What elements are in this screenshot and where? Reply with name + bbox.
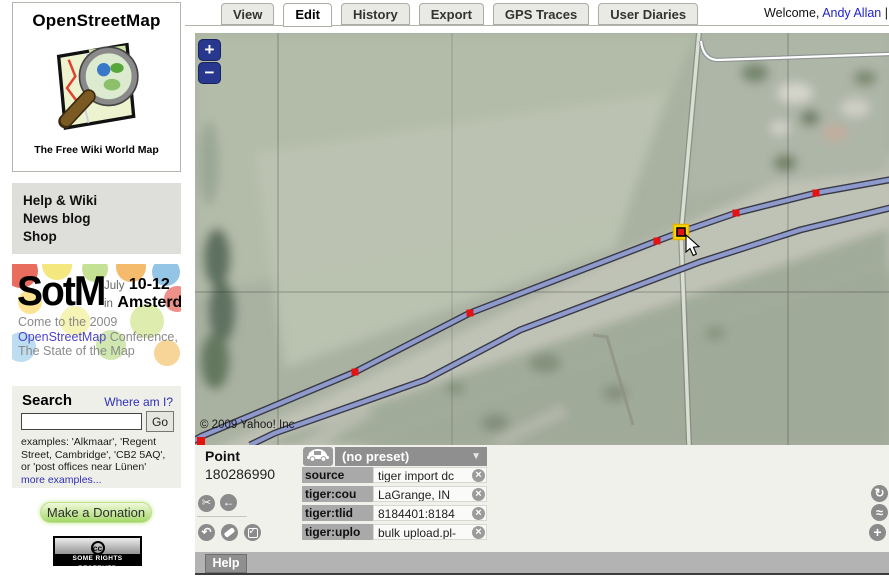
donate-button[interactable]: Make a Donation <box>40 502 152 523</box>
site-tagline: The Free Wiki World Map <box>13 144 180 156</box>
site-title: OpenStreetMap <box>13 11 180 31</box>
tag-value[interactable]: 8184401:8184 <box>373 505 487 521</box>
cc-rights-label: SOME RIGHTS RESERVED <box>55 554 140 564</box>
tag-key[interactable]: tiger:uplo <box>302 524 373 540</box>
sidebar-item-help-wiki[interactable]: Help & Wiki <box>23 192 181 210</box>
tag-value[interactable]: LaGrange, IN <box>373 486 487 502</box>
preset-category-button[interactable] <box>303 447 333 466</box>
map-attribution: © 2009 Yahoo! Inc <box>200 419 294 431</box>
zoom-in-button[interactable]: + <box>198 39 221 61</box>
tag-row: tiger:uplo bulk upload.pl- <box>302 524 487 540</box>
sotm-conf-rest: Conference, <box>106 330 178 344</box>
editor-panel: Point 180286990 (no preset) source tiger… <box>195 445 889 552</box>
node[interactable] <box>197 437 205 445</box>
help-button[interactable]: Help <box>205 554 247 573</box>
chevron-down-icon <box>471 447 481 466</box>
sotm-logo: SotM <box>17 268 104 316</box>
back-button[interactable] <box>220 494 237 511</box>
eraser-button[interactable] <box>221 524 238 541</box>
logo-box: OpenStreetMap The Free Wiki Wo <box>12 2 181 172</box>
cc-license-badge[interactable]: cc SOME RIGHTS RESERVED <box>53 536 142 566</box>
tag-key[interactable]: tiger:cou <box>302 486 373 502</box>
node[interactable] <box>352 369 359 376</box>
search-heading: Search <box>22 392 72 409</box>
cc-logo-icon: cc <box>55 538 140 554</box>
tag-row: tiger:cou LaGrange, IN <box>302 486 487 502</box>
cc-symbol: cc <box>91 541 105 555</box>
tab-gps-traces[interactable]: GPS Traces <box>493 3 589 25</box>
checkbox-icon <box>248 528 258 538</box>
search-examples-text: examples: 'Alkmaar', 'Regent Street, Cam… <box>21 436 165 473</box>
delete-tag-button[interactable] <box>472 526 485 539</box>
sidebar-item-shop[interactable]: Shop <box>23 228 181 246</box>
confirm-button[interactable] <box>244 524 261 541</box>
tab-edit[interactable]: Edit <box>283 3 332 27</box>
sidebar-nav: Help & Wiki News blog Shop <box>12 183 181 254</box>
preset-dropdown[interactable]: (no preset) <box>335 447 487 466</box>
welcome-text: Welcome, Andy Allan | <box>764 6 888 20</box>
tab-user-diaries[interactable]: User Diaries <box>598 3 698 25</box>
tag-value[interactable]: tiger import dc <box>373 467 487 483</box>
map-imagery <box>195 33 889 445</box>
delete-tag-button[interactable] <box>472 488 485 501</box>
sotm-date-city: July 10-12 in Amsterdam <box>104 276 181 312</box>
delete-tag-button[interactable] <box>472 507 485 520</box>
tag-key[interactable]: source <box>302 467 373 483</box>
sidebar: OpenStreetMap The Free Wiki Wo <box>0 0 185 584</box>
node[interactable] <box>813 190 820 197</box>
sotm-in: in <box>104 298 113 310</box>
sotm-banner[interactable]: SotM July 10-12 in Amsterdam Come to the… <box>12 264 181 371</box>
welcome-prefix: Welcome, <box>764 6 819 20</box>
node[interactable] <box>467 310 474 317</box>
username-link[interactable]: Andy Allan <box>822 6 881 20</box>
sotm-month: July <box>104 280 124 292</box>
osm-logo-icon <box>13 33 180 143</box>
sidebar-item-news-blog[interactable]: News blog <box>23 210 181 228</box>
search-input[interactable] <box>21 413 142 430</box>
entity-type-label: Point <box>205 448 240 464</box>
osm-potlatch-page: View Edit History Export GPS Traces User… <box>0 0 889 584</box>
tab-export[interactable]: Export <box>419 3 484 25</box>
sotm-conference-link[interactable]: OpenStreetMap <box>18 330 106 344</box>
sotm-line3: The State of the Map <box>18 344 135 358</box>
tab-history[interactable]: History <box>341 3 410 25</box>
tag-key[interactable]: tiger:tlid <box>302 505 373 521</box>
entity-id: 180286990 <box>205 466 275 482</box>
zoom-out-button[interactable]: − <box>198 62 221 84</box>
sotm-description: Come to the 2009 OpenStreetMap Conferenc… <box>18 315 178 359</box>
search-go-button[interactable]: Go <box>146 411 174 432</box>
add-tag-button[interactable] <box>869 524 886 541</box>
node[interactable] <box>733 210 740 217</box>
welcome-divider: | <box>885 6 888 20</box>
tools-divider <box>197 516 247 517</box>
sotm-city: Amsterdam <box>117 294 181 311</box>
node[interactable] <box>654 238 661 245</box>
cut-button[interactable] <box>198 495 215 512</box>
preset-selected-value: (no preset) <box>342 449 409 464</box>
tab-view[interactable]: View <box>221 3 274 25</box>
sotm-dates: 10-12 <box>129 276 170 293</box>
tag-row: source tiger import dc <box>302 467 487 483</box>
repeat-tags-button[interactable] <box>871 485 888 502</box>
where-am-i-link[interactable]: Where am I? <box>104 395 173 409</box>
help-bar: Help <box>195 552 889 575</box>
delete-tag-button[interactable] <box>472 469 485 482</box>
sotm-line1: Come to the 2009 <box>18 315 117 329</box>
relation-button[interactable] <box>871 504 888 521</box>
more-examples-link[interactable]: more examples... <box>21 474 102 486</box>
car-icon <box>306 447 330 462</box>
undo-button[interactable] <box>198 524 215 541</box>
tag-row: tiger:tlid 8184401:8184 <box>302 505 487 521</box>
tag-value[interactable]: bulk upload.pl- <box>373 524 487 540</box>
search-examples: examples: 'Alkmaar', 'Regent Street, Cam… <box>21 436 173 486</box>
search-panel: Search Where am I? Go examples: 'Alkmaar… <box>12 386 181 488</box>
tabbar: View Edit History Export GPS Traces User… <box>221 3 698 27</box>
map-viewport[interactable]: + − © 2009 Yahoo! Inc <box>195 33 889 445</box>
